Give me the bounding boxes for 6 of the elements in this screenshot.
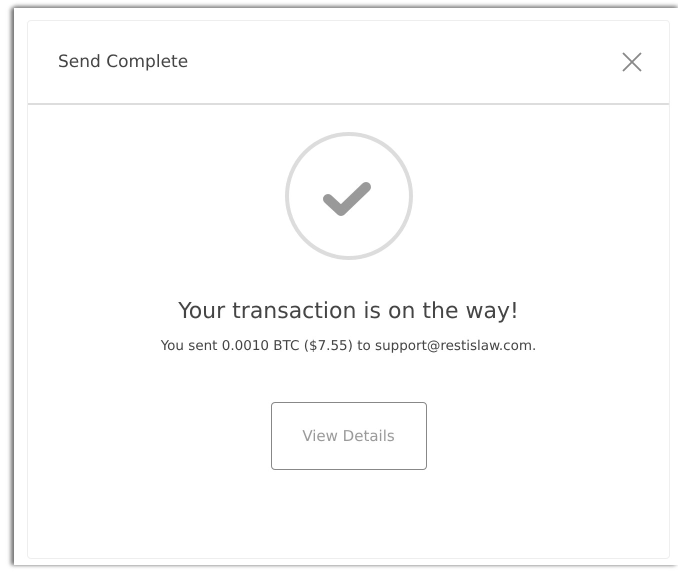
close-icon[interactable] [621, 51, 643, 73]
success-heading: Your transaction is on the way! [178, 299, 519, 324]
transaction-message: You sent 0.0010 BTC ($7.55) to support@restislaw.com. [160, 338, 536, 354]
view-details-button[interactable]: View Details [270, 402, 426, 470]
dialog-title: Send Complete [58, 52, 188, 72]
checkmark-circle-icon [284, 131, 414, 261]
